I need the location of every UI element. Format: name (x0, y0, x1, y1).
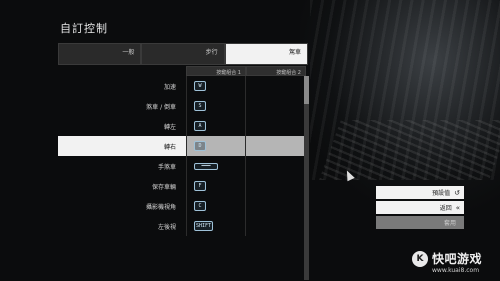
control-row-turn-right[interactable]: 轉右 D (58, 136, 304, 156)
back-button[interactable]: 返回 « (376, 201, 464, 214)
watermark-url: www.kuai8.com (432, 267, 480, 274)
back-button-label: 返回 (439, 205, 452, 212)
page-title: 自訂控制 (60, 22, 108, 35)
control-label: 保存車輛 (151, 183, 176, 191)
apply-button-label: 套用 (443, 220, 456, 227)
list-scrollbar[interactable] (304, 76, 309, 280)
binding-1-cell[interactable]: D (186, 136, 245, 156)
watermark-logo-icon: K (412, 251, 428, 267)
control-label: 轉左 (163, 123, 176, 131)
control-label: 加速 (163, 83, 176, 91)
defaults-button-label: 預設值 (432, 190, 451, 197)
watermark-name: 快吧游戏 (432, 252, 483, 266)
key-badge: A (194, 121, 206, 131)
control-row-brake-reverse[interactable]: 煞車 / 倒車 S (58, 96, 304, 116)
tab-walking[interactable]: 步行 (141, 43, 225, 65)
scrollbar-thumb[interactable] (304, 76, 309, 104)
key-badge: S (194, 101, 206, 111)
column-headers: 按鍵組合 1 按鍵組合 2 (58, 66, 308, 76)
binding-1-cell[interactable]: SHIFT (186, 216, 245, 236)
binding-1-cell[interactable]: ━━━ (186, 156, 245, 176)
column-binding-1: 按鍵組合 1 (186, 66, 246, 76)
column-binding-2: 按鍵組合 2 (246, 66, 306, 76)
binding-2-cell[interactable] (245, 176, 304, 196)
spacebar-key-badge: ━━━ (194, 162, 218, 170)
tab-general[interactable]: 一般 (58, 43, 142, 65)
control-row-accelerate[interactable]: 加速 W (58, 76, 304, 96)
binding-2-cell[interactable] (245, 116, 304, 136)
control-label: 煞車 / 倒車 (146, 103, 176, 111)
tab-bar: 一般 步行 駕車 (58, 43, 308, 65)
controls-list: 加速 W 煞車 / 倒車 S 轉左 A 轉右 D 手煞車 ━━━ 保存車輛 F … (58, 76, 304, 236)
key-badge: F (194, 181, 206, 191)
key-badge: W (194, 81, 206, 91)
back-icon: « (455, 203, 460, 212)
control-label: 轉右 (163, 143, 176, 151)
binding-2-cell[interactable] (245, 156, 304, 176)
action-buttons: 預設值 ↺ 返回 « 套用 (376, 186, 464, 231)
reset-icon: ↺ (454, 188, 460, 197)
defaults-button[interactable]: 預設值 ↺ (376, 186, 464, 199)
binding-1-cell[interactable]: S (186, 96, 245, 116)
binding-1-cell[interactable]: C (186, 196, 245, 216)
binding-1-cell[interactable]: F (186, 176, 245, 196)
binding-2-cell[interactable] (245, 216, 304, 236)
key-badge: C (194, 201, 206, 211)
tab-driving[interactable]: 駕車 (224, 43, 308, 65)
control-label: 左後視 (157, 223, 176, 231)
key-badge: SHIFT (194, 221, 214, 231)
control-row-camera-view[interactable]: 攝影機視角 C (58, 196, 304, 216)
control-label: 手煞車 (157, 163, 176, 171)
control-row-save-vehicle[interactable]: 保存車輛 F (58, 176, 304, 196)
key-badge: D (194, 141, 206, 151)
control-label: 攝影機視角 (145, 203, 176, 211)
binding-2-cell[interactable] (245, 136, 304, 156)
binding-2-cell[interactable] (245, 96, 304, 116)
binding-2-cell[interactable] (245, 196, 304, 216)
watermark: K 快吧游戏 www.kuai8.com (410, 248, 500, 281)
control-row-handbrake[interactable]: 手煞車 ━━━ (58, 156, 304, 176)
binding-2-cell[interactable] (245, 76, 304, 96)
control-row-turn-left[interactable]: 轉左 A (58, 116, 304, 136)
apply-button[interactable]: 套用 (376, 216, 464, 229)
binding-1-cell[interactable]: A (186, 116, 245, 136)
control-row-look-back-left[interactable]: 左後視 SHIFT (58, 216, 304, 236)
binding-1-cell[interactable]: W (186, 76, 245, 96)
